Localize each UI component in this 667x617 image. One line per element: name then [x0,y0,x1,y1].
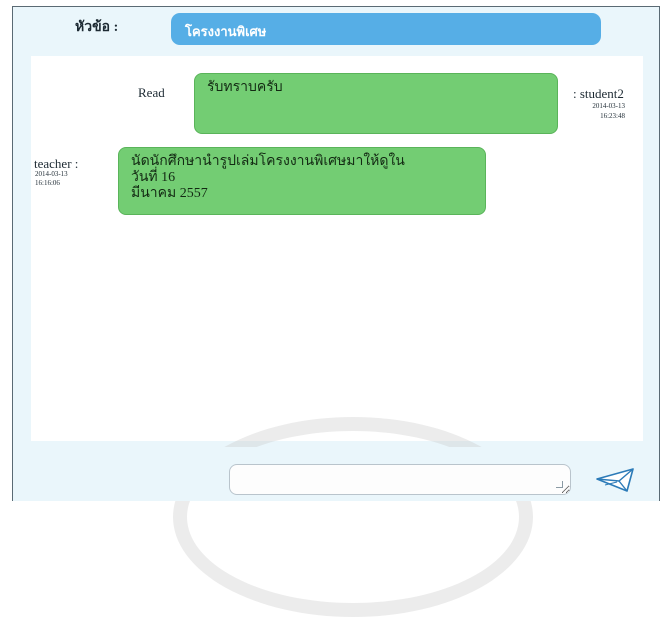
message-text: รับทราบครับ [207,80,283,95]
composer-bar [13,447,659,501]
message-date: 2014-03-13 [592,102,625,110]
envelope-send-icon [596,468,634,492]
message-time: 16:16:06 [35,179,60,187]
message-bubble-teacher: นัดนักศึกษานำรูปเล่มโครงงานพิเศษมาให้ดูใ… [118,147,486,215]
send-button[interactable] [591,465,641,495]
message-time: 16:23:48 [600,112,625,120]
message-text-line: มีนาคม 2557 [131,186,208,201]
topic-label: หัวข้อ : [75,20,119,35]
message-sender: : student2 [573,86,624,101]
message-bubble-student: รับทราบครับ [194,73,558,134]
message-text-line: วันที่ 16 [131,170,176,185]
chat-window: หัวข้อ : โครงงานพิเศษ Read รับทราบครับ :… [12,6,660,617]
header-bar: หัวข้อ : โครงงานพิเศษ [13,7,659,49]
topic-field: โครงงานพิเศษ [171,13,601,45]
chat-area: Read รับทราบครับ : student2 2014-03-13 1… [31,56,643,441]
message-date: 2014-03-13 [35,170,68,178]
message-input[interactable] [229,464,571,495]
read-status: Read [138,85,165,100]
message-timestamp: 2014-03-13 16:16:06 [35,170,68,188]
resize-grip-icon[interactable] [556,481,567,491]
message-text-line: นัดนักศึกษานำรูปเล่มโครงงานพิเศษมาให้ดูใ… [131,154,405,169]
